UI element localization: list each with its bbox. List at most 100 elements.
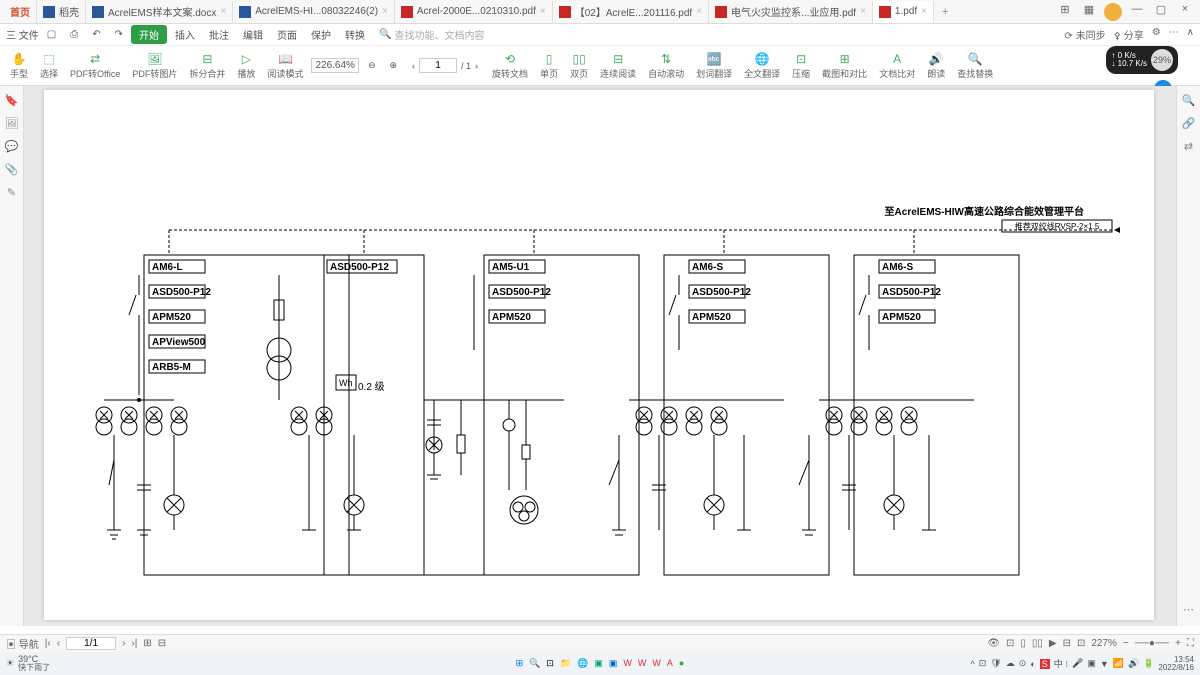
fit-icon[interactable]: ⊡ bbox=[1006, 638, 1014, 649]
taskview-icon[interactable]: ⊡ bbox=[546, 658, 554, 669]
tab-add-button[interactable]: + bbox=[934, 6, 956, 18]
play-icon[interactable]: ▶ bbox=[1049, 638, 1057, 649]
tool-double[interactable]: ▯▯双页 bbox=[566, 52, 592, 80]
mic-icon[interactable]: 🎤 bbox=[1072, 658, 1083, 669]
tool-rotate[interactable]: ⟲旋转文档 bbox=[488, 52, 532, 80]
page-input[interactable] bbox=[419, 58, 457, 73]
tool-play[interactable]: ▷播放 bbox=[233, 52, 259, 80]
link-icon[interactable]: 🔗 bbox=[1182, 117, 1196, 130]
wps-icon[interactable]: W bbox=[652, 658, 661, 669]
tray-icon[interactable]: ▼ bbox=[1100, 659, 1109, 669]
tool-find[interactable]: 🔍查找替换 bbox=[953, 52, 997, 80]
ribbon-start[interactable]: 开始 bbox=[131, 25, 167, 44]
tool-hand[interactable]: ✋手型 bbox=[6, 52, 32, 80]
close-icon[interactable]: × bbox=[921, 6, 927, 17]
tray-up-icon[interactable]: ^ bbox=[971, 659, 975, 669]
ime-icon[interactable]: S bbox=[1040, 659, 1050, 669]
close-icon[interactable]: × bbox=[696, 6, 702, 17]
thumbnail-icon[interactable]: 🖼 bbox=[5, 117, 19, 130]
cloud-icon[interactable]: ☁ bbox=[1006, 658, 1015, 669]
settings-icon[interactable]: ⚙ bbox=[1152, 27, 1161, 42]
zoom-in-icon[interactable]: ⊕ bbox=[384, 60, 402, 71]
collapse-icon[interactable]: ∧ bbox=[1187, 27, 1194, 42]
app-switch-icon[interactable]: ⊞ bbox=[1056, 3, 1074, 21]
close-button[interactable]: × bbox=[1176, 3, 1194, 21]
eye-icon[interactable]: 👁 bbox=[987, 638, 1000, 649]
tool-pdf2office[interactable]: ⇄PDF转Office bbox=[66, 52, 124, 80]
close-icon[interactable]: × bbox=[860, 6, 866, 17]
zoom-select[interactable]: 226.64% bbox=[311, 58, 358, 73]
app-icon[interactable]: ▣ bbox=[609, 658, 618, 669]
tool-single[interactable]: ▯单页 bbox=[536, 52, 562, 80]
minimize-button[interactable]: — bbox=[1128, 3, 1146, 21]
quick-icon[interactable]: ↷ bbox=[109, 27, 129, 42]
tool-speak[interactable]: 🔊朗读 bbox=[923, 52, 949, 80]
close-icon[interactable]: × bbox=[540, 6, 546, 17]
layout-icon[interactable]: ▯ bbox=[1020, 638, 1026, 649]
prev-page-icon[interactable]: ‹ bbox=[412, 61, 415, 71]
close-icon[interactable]: × bbox=[382, 6, 388, 17]
comment-icon[interactable]: 💬 bbox=[5, 140, 19, 153]
bookmark-icon[interactable]: 🔖 bbox=[5, 94, 19, 107]
tool-capture[interactable]: ⊞截图和对比 bbox=[818, 52, 871, 80]
network-monitor[interactable]: ↑ 0 K/s ↓ 10.7 K/s 29% bbox=[1106, 46, 1178, 74]
app-icon[interactable]: A bbox=[667, 658, 673, 669]
ribbon-edit[interactable]: 编辑 bbox=[237, 25, 269, 44]
tab-doc1[interactable]: AcrelEMS样本文案.docx× bbox=[86, 1, 233, 23]
wps-icon[interactable]: W bbox=[638, 658, 647, 669]
quick-icon[interactable]: ▢ bbox=[41, 27, 62, 42]
file-menu[interactable]: 三 文件 bbox=[6, 27, 39, 42]
fullscreen-icon[interactable]: ⛶ bbox=[1187, 638, 1194, 649]
grid-icon[interactable]: ▦ bbox=[1080, 3, 1098, 21]
settings-icon[interactable]: ⇄ bbox=[1184, 140, 1193, 153]
edge-icon[interactable]: 🌐 bbox=[577, 658, 588, 669]
start-icon[interactable]: ⊞ bbox=[516, 658, 524, 669]
tool-read[interactable]: 📖阅读模式 bbox=[263, 52, 307, 80]
prev-page-icon[interactable]: ‹ bbox=[57, 638, 60, 649]
more-icon[interactable]: ⋯ bbox=[1169, 27, 1179, 42]
tool-split[interactable]: ⊟拆分合并 bbox=[185, 52, 229, 80]
view-icon[interactable]: ⊟ bbox=[158, 638, 166, 649]
tray-icon[interactable]: ▣ bbox=[1087, 658, 1096, 669]
first-page-icon[interactable]: |‹ bbox=[45, 638, 51, 649]
user-avatar[interactable] bbox=[1104, 3, 1122, 21]
search-box[interactable]: 🔍 查找功能、文档内容 bbox=[379, 27, 484, 42]
zoom-slider[interactable]: ──●── bbox=[1135, 638, 1169, 649]
attachment-icon[interactable]: 📎 bbox=[5, 163, 19, 176]
tab-pdf3[interactable]: 电气火灾监控系...业应用.pdf× bbox=[709, 1, 873, 23]
tab-pdf4-active[interactable]: 1.pdf× bbox=[873, 1, 934, 23]
more-icon[interactable]: ⋯ bbox=[1183, 603, 1194, 616]
last-page-icon[interactable]: ›| bbox=[131, 638, 137, 649]
volume-icon[interactable]: 🔊 bbox=[1128, 658, 1139, 669]
clock[interactable]: 13:54 2022/8/16 bbox=[1158, 656, 1194, 672]
weather-widget[interactable]: ☀ 39°C 快下雨了 bbox=[0, 655, 50, 672]
maximize-button[interactable]: ▢ bbox=[1152, 3, 1170, 21]
tab-daoke[interactable]: 稻壳 bbox=[37, 1, 86, 23]
next-page-icon[interactable]: › bbox=[122, 638, 125, 649]
close-icon[interactable]: × bbox=[220, 6, 226, 17]
search-icon[interactable]: 🔍 bbox=[529, 658, 540, 669]
ime-text[interactable]: 中 ⁝ bbox=[1054, 657, 1068, 670]
quick-icon[interactable]: ⎙ bbox=[64, 27, 84, 42]
page-field[interactable] bbox=[66, 637, 116, 650]
zoom-in-icon[interactable]: + bbox=[1175, 638, 1181, 649]
wps-icon[interactable]: W bbox=[623, 658, 632, 669]
tab-home[interactable]: 首页 bbox=[4, 1, 37, 23]
tool-compare[interactable]: A文档比对 bbox=[875, 52, 919, 80]
tray-icon[interactable]: ⊙ bbox=[1019, 658, 1027, 669]
share-button[interactable]: ⚴ 分享 bbox=[1114, 27, 1144, 42]
shield-icon[interactable]: 🛡 bbox=[990, 658, 1001, 669]
app-icon[interactable]: ● bbox=[679, 658, 684, 669]
layout-icon[interactable]: ▯▯ bbox=[1032, 638, 1043, 649]
tool-continuous[interactable]: ⊟连续阅读 bbox=[596, 52, 640, 80]
zoom-value[interactable]: 227% bbox=[1091, 638, 1117, 649]
fit-page-icon[interactable]: ⊡ bbox=[1077, 638, 1085, 649]
ribbon-comment[interactable]: 批注 bbox=[203, 25, 235, 44]
zoom-icon[interactable]: 🔍 bbox=[1182, 94, 1196, 107]
tab-pdf2[interactable]: 【02】AcrelE...201116.pdf× bbox=[553, 1, 709, 23]
ribbon-page[interactable]: 页面 bbox=[271, 25, 303, 44]
next-page-icon[interactable]: › bbox=[475, 61, 478, 71]
ribbon-convert[interactable]: 转换 bbox=[339, 25, 371, 44]
app-icon[interactable]: ▣ bbox=[594, 658, 603, 669]
sync-status[interactable]: ⟳ 未同步 bbox=[1064, 27, 1105, 42]
